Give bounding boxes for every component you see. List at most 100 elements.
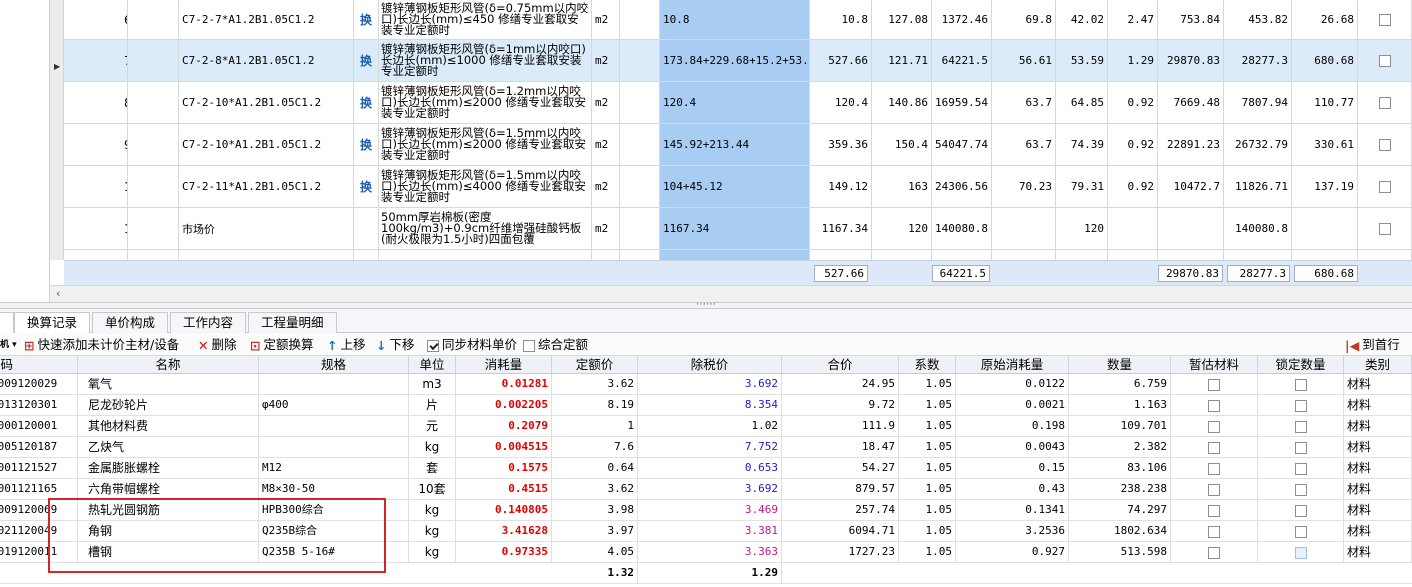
column-header[interactable]: 消耗量 — [456, 356, 552, 374]
estimate-material-checkbox[interactable] — [1208, 525, 1220, 538]
toolbar-menu-button[interactable]: 机 ▾ — [0, 336, 20, 353]
tax-excluded-price[interactable]: 1.02 — [638, 416, 782, 437]
tax-excluded-price[interactable]: 0.653 — [638, 458, 782, 479]
tab-unit-price[interactable]: 单价构成 — [92, 312, 169, 333]
material-unit: kg — [409, 542, 456, 563]
lock-quantity-checkbox[interactable] — [1294, 378, 1307, 391]
quota-row[interactable]: 11市场价50mm厚岩棉板(密度100kg/m3)+0.9cm纤维增强硅酸钙板(… — [64, 208, 1412, 250]
quantity-expression[interactable]: 145.92+213.44 — [660, 124, 810, 165]
horizontal-scrollbar[interactable]: ‹ — [50, 285, 1412, 302]
tab-work-content[interactable]: 工作内容 — [170, 312, 247, 333]
quota-cell — [872, 250, 932, 260]
lock-quantity-checkbox[interactable] — [1294, 483, 1307, 496]
estimate-material-checkbox[interactable] — [1208, 441, 1220, 454]
column-header[interactable]: 系数 — [899, 356, 956, 374]
quota-unit: m2 — [592, 208, 620, 249]
lock-quantity-checkbox[interactable] — [1294, 462, 1307, 475]
column-header[interactable]: 单位 — [409, 356, 456, 374]
tab-partial[interactable] — [0, 312, 14, 333]
original-consumption: 0.15 — [956, 458, 1069, 479]
go-first-row-button[interactable]: |◀ 到首行 — [1345, 336, 1400, 353]
estimate-material-checkbox[interactable] — [1208, 462, 1220, 475]
material-unit: 10套 — [409, 479, 456, 500]
row-select-checkbox[interactable] — [1378, 54, 1391, 67]
consumption[interactable]: 0.97335 — [456, 542, 552, 563]
lock-quantity-checkbox[interactable] — [1294, 525, 1307, 538]
column-header[interactable]: 原始消耗量 — [956, 356, 1069, 374]
consumption[interactable]: 3.41628 — [456, 521, 552, 542]
material-row[interactable]: 0009120029氧气 m30.012813.623.69224.951.050… — [0, 374, 1412, 395]
consumption[interactable]: 0.01281 — [456, 374, 552, 395]
column-header[interactable]: 名称 — [78, 356, 259, 374]
tab-quantity-detail[interactable]: 工程量明细 — [248, 312, 337, 333]
sync-price-checkbox[interactable] — [427, 339, 439, 352]
consumption[interactable]: 0.4515 — [456, 479, 552, 500]
column-header[interactable]: 除税价 — [638, 356, 782, 374]
material-row[interactable]: 0001121527金属膨胀螺栓M12套0.15750.640.65354.27… — [0, 458, 1412, 479]
row-select-checkbox[interactable] — [1378, 138, 1391, 151]
tax-excluded-price[interactable]: 3.363 — [638, 542, 782, 563]
lock-quantity-checkbox[interactable] — [1294, 420, 1307, 433]
column-header[interactable]: 暂估材料 — [1171, 356, 1258, 374]
tax-excluded-price[interactable]: 3.692 — [638, 374, 782, 395]
tax-excluded-price[interactable]: 8.354 — [638, 395, 782, 416]
estimate-material-checkbox[interactable] — [1208, 420, 1220, 433]
delete-button[interactable]: ✕ 删除 — [198, 336, 237, 353]
quantity-expression[interactable]: 1167.34 — [660, 208, 810, 249]
quota-row[interactable]: 10C7-2-11*A1.2B1.05C1.2换镀锌薄钢板矩形风管(δ=1.5m… — [64, 166, 1412, 208]
consumption[interactable]: 0.004515 — [456, 437, 552, 458]
estimate-material-checkbox[interactable] — [1208, 378, 1220, 391]
tax-excluded-price[interactable]: 3.381 — [638, 521, 782, 542]
consumption[interactable]: 0.140805 — [456, 500, 552, 521]
consumption[interactable]: 0.1575 — [456, 458, 552, 479]
tax-excluded-price[interactable]: 3.469 — [638, 500, 782, 521]
quota-row[interactable]: 6C7-2-7*A1.2B1.05C1.2换镀锌薄钢板矩形风管(δ=0.75mm… — [64, 0, 1412, 40]
column-header[interactable]: 定额价 — [552, 356, 638, 374]
consumption[interactable]: 0.2079 — [456, 416, 552, 437]
column-header[interactable]: 类别 — [1344, 356, 1412, 374]
move-down-button[interactable]: ↓ 下移 — [376, 336, 415, 353]
add-material-button[interactable]: ⊞ 快速添加未计价主材/设备 — [24, 336, 179, 353]
quantity-expression[interactable]: 120.4 — [660, 82, 810, 123]
column-header[interactable]: 数量 — [1069, 356, 1171, 374]
sync-price-toggle[interactable]: 同步材料单价 — [427, 336, 517, 353]
row-select-checkbox[interactable] — [1378, 13, 1391, 26]
scroll-left-icon[interactable]: ‹ — [56, 287, 60, 300]
estimate-material-checkbox[interactable] — [1208, 483, 1220, 496]
quota-row[interactable]: 7C7-2-8*A1.2B1.05C1.2换镀锌薄钢板矩形风管(δ=1mm以内咬… — [64, 40, 1412, 82]
column-header[interactable]: 锁定数量 — [1258, 356, 1344, 374]
quantity-expression[interactable]: 173.84+229.68+15.2+53.76+21.58+33.6 — [660, 40, 810, 81]
combined-quota-toggle[interactable]: 综合定额 — [523, 336, 588, 353]
lock-quantity-checkbox[interactable] — [1294, 441, 1307, 454]
lock-quantity-checkbox[interactable] — [1294, 546, 1307, 559]
quantity-expression[interactable]: 10.8 — [660, 0, 810, 39]
row-select-checkbox[interactable] — [1378, 96, 1391, 109]
material-category: 材料 — [1344, 542, 1412, 563]
material-row[interactable]: 0001121165六角带帽螺栓M8×30-5010套0.45153.623.6… — [0, 479, 1412, 500]
estimate-material-checkbox[interactable] — [1208, 546, 1220, 559]
column-header[interactable]: 规格 — [259, 356, 409, 374]
material-spec — [259, 437, 409, 458]
row-select-checkbox[interactable] — [1378, 180, 1391, 193]
material-row[interactable]: 0000120001其他材料费 元0.207911.02111.91.050.19… — [0, 416, 1412, 437]
quota-row[interactable]: 8C7-2-10*A1.2B1.05C1.2换镀锌薄钢板矩形风管(δ=1.2mm… — [64, 82, 1412, 124]
lock-quantity-checkbox[interactable] — [1294, 504, 1307, 517]
tab-conversion-record[interactable]: 换算记录 — [14, 312, 91, 334]
estimate-material-checkbox[interactable] — [1208, 399, 1220, 412]
quantity-expression[interactable]: 104+45.12 — [660, 166, 810, 207]
tax-excluded-price[interactable]: 3.692 — [638, 479, 782, 500]
material-row[interactable]: 0005120187乙炔气 kg0.0045157.67.75218.471.05… — [0, 437, 1412, 458]
move-up-button[interactable]: ↑ 上移 — [327, 336, 366, 353]
lock-quantity-checkbox[interactable] — [1294, 399, 1307, 412]
estimate-material-checkbox[interactable] — [1208, 504, 1220, 517]
quota-convert-button[interactable]: ⊡ 定额换算 — [250, 336, 314, 353]
row-select-checkbox[interactable] — [1378, 222, 1391, 235]
consumption[interactable]: 0.002205 — [456, 395, 552, 416]
combined-quota-checkbox[interactable] — [523, 339, 535, 352]
column-header[interactable]: 编码 — [0, 356, 78, 374]
pane-splitter[interactable]: ⋯⋯ — [0, 300, 1412, 310]
material-row[interactable]: 0013120301尼龙砂轮片φ400片0.0022058.198.3549.7… — [0, 395, 1412, 416]
tax-excluded-price[interactable]: 7.752 — [638, 437, 782, 458]
quota-row[interactable]: 9C7-2-10*A1.2B1.05C1.2换镀锌薄钢板矩形风管(δ=1.5mm… — [64, 124, 1412, 166]
column-header[interactable]: 合价 — [782, 356, 899, 374]
